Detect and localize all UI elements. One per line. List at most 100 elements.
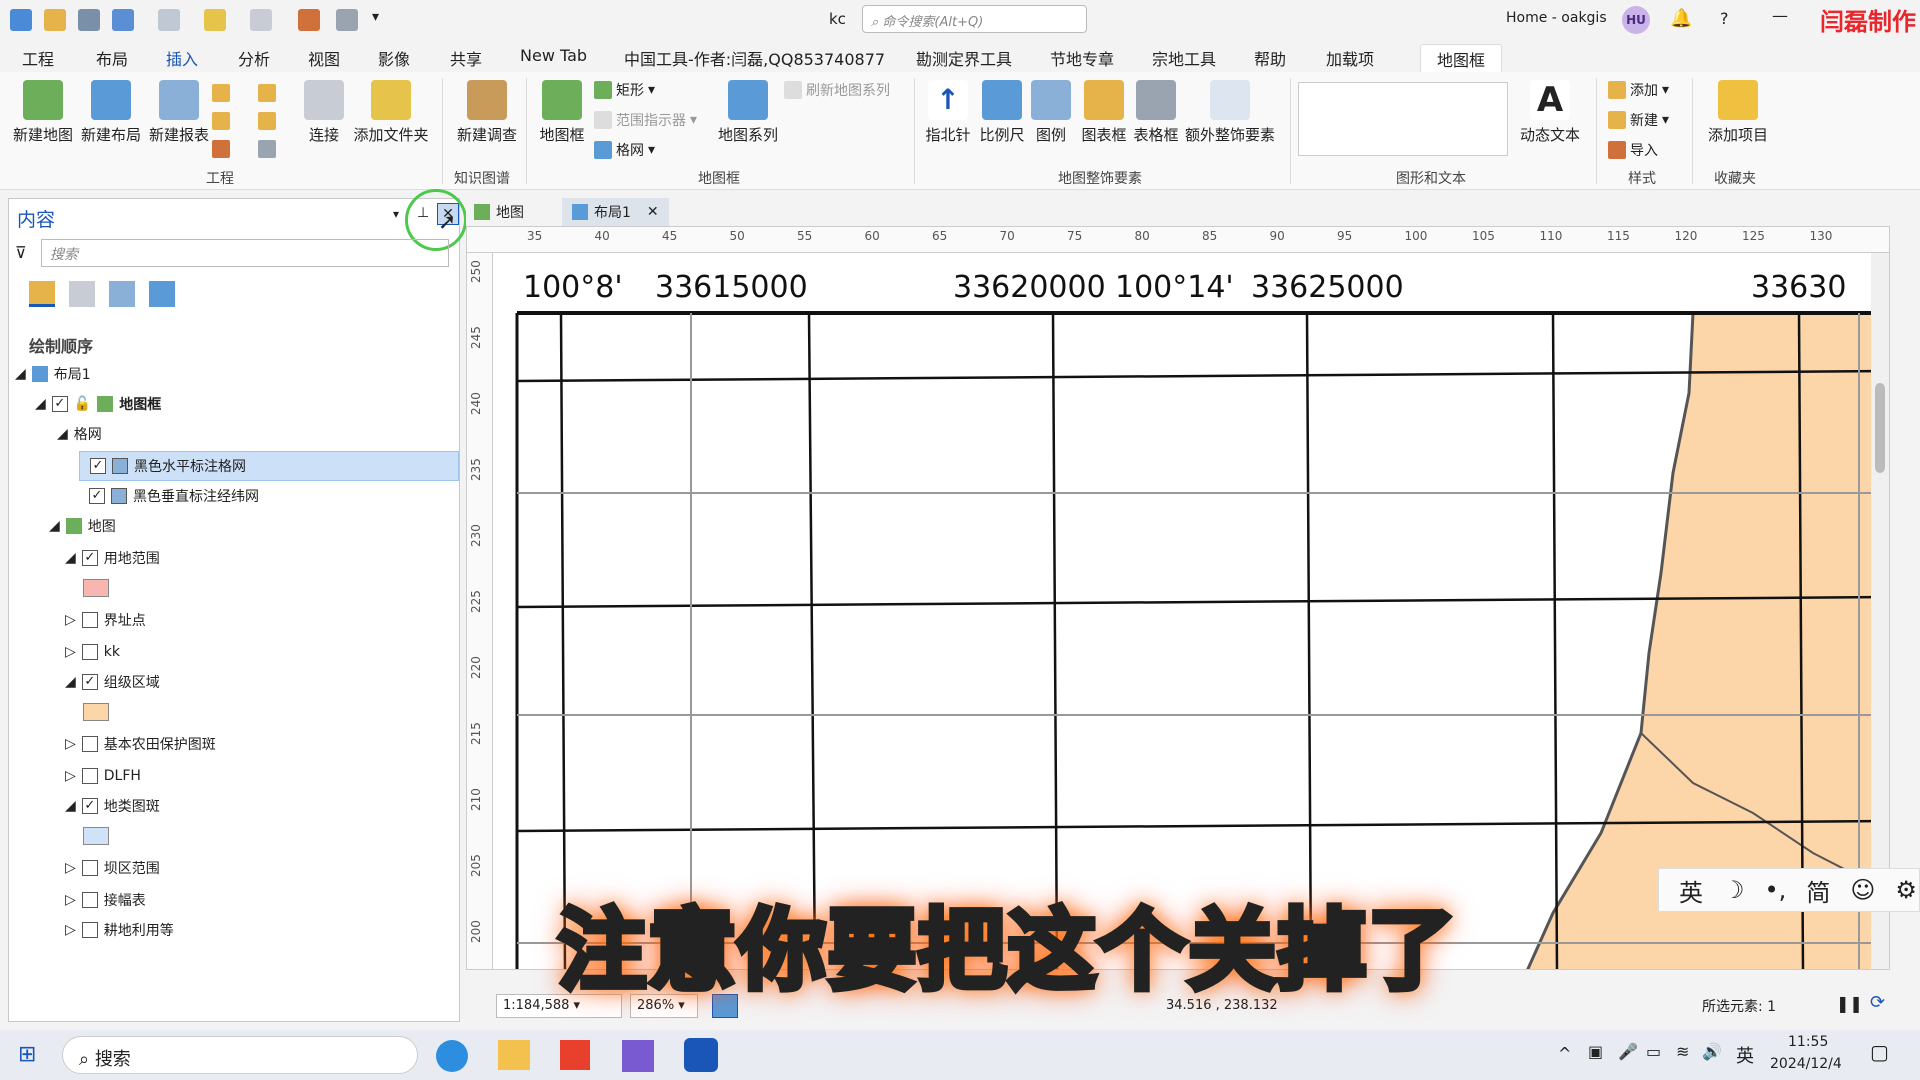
tab-map-frame[interactable]: 地图框 — [1420, 44, 1503, 74]
checkbox[interactable] — [81, 644, 98, 660]
tab-view[interactable]: 视图 — [302, 44, 346, 72]
file-explorer-icon[interactable] — [498, 1040, 530, 1070]
meet-icon[interactable]: ▣ — [1588, 1042, 1603, 1061]
rectangle-button[interactable]: 矩形 ▾ — [594, 80, 655, 100]
tab-map-view[interactable]: 地图 — [474, 202, 524, 222]
graphics-gallery[interactable] — [1298, 82, 1508, 156]
redo-icon[interactable] — [158, 9, 180, 31]
tree-grid-vertical[interactable]: ✓ 黑色垂直标注经纬网 — [89, 483, 259, 509]
tree-layer-dam[interactable]: ▷ 坝区范围 — [65, 855, 160, 881]
settings-icon[interactable]: ⚙ — [1895, 876, 1917, 904]
editing-icon[interactable] — [109, 281, 135, 307]
style-small-button[interactable] — [258, 84, 276, 102]
checkbox[interactable] — [81, 768, 98, 784]
taskbar-search-box[interactable]: ⌕ 搜索 — [62, 1036, 418, 1074]
checkbox[interactable] — [81, 892, 98, 908]
extra-surround-button[interactable]: 额外整饰要素 — [1182, 80, 1278, 145]
volume-icon[interactable]: 🔊 — [1702, 1042, 1722, 1061]
grid-button[interactable]: 格网 ▾ — [594, 140, 655, 160]
minimize-button[interactable]: — — [1772, 6, 1788, 25]
style-new-button[interactable]: 新建 ▾ — [1608, 110, 1669, 130]
dynamic-text-button[interactable]: A 动态文本 — [1514, 80, 1586, 145]
tab-share[interactable]: 共享 — [444, 44, 488, 72]
account-label[interactable]: Home - oakgis — [1506, 10, 1607, 26]
add-item-button[interactable]: 添加项目 — [1700, 80, 1776, 145]
notification-icon[interactable]: ▢ — [1870, 1040, 1889, 1064]
tree-layout[interactable]: ◢ 布局1 — [15, 361, 91, 387]
style-add-button[interactable]: 添加 ▾ — [1608, 80, 1669, 100]
filter-icon[interactable]: ⊽ — [15, 243, 27, 262]
tab-insert[interactable]: 插入 — [160, 44, 204, 77]
north-arrow-button[interactable]: ↑ 指北针 — [920, 80, 976, 145]
new-report-button[interactable]: 新建报表 — [144, 80, 214, 145]
tree-layer-group-zone[interactable]: ◢ ✓ 组级区域 — [65, 669, 160, 695]
checkbox[interactable]: ✓ — [89, 488, 105, 504]
tab-layout-view[interactable]: 布局1 ✕ — [562, 198, 669, 226]
tree-layer-boundary-points[interactable]: ▷ 界址点 — [65, 607, 146, 633]
close-icon[interactable]: ✕ — [647, 204, 659, 220]
tree-grid[interactable]: ◢ 格网 — [57, 421, 102, 447]
template-small-button[interactable] — [258, 140, 276, 158]
checkbox[interactable] — [81, 612, 98, 628]
visual-studio-icon[interactable] — [622, 1040, 654, 1072]
tab-help[interactable]: 帮助 — [1248, 44, 1292, 72]
contents-search-input[interactable]: 搜索 — [41, 239, 449, 267]
scale-bar-button[interactable]: 比例尺 — [974, 80, 1030, 145]
style-import-button[interactable]: 导入 — [1608, 140, 1658, 160]
tree-layer-index[interactable]: ▷ 接幅表 — [65, 887, 146, 913]
tab-imagery[interactable]: 影像 — [372, 44, 416, 72]
battery-icon[interactable]: ▭ — [1646, 1042, 1661, 1061]
command-search-input[interactable]: ⌕ 命令搜索(Alt+Q) — [862, 5, 1087, 33]
map-frame-canvas[interactable]: 100°8' 33615000 33620000 100°14' 3362500… — [493, 253, 1890, 970]
selection-icon[interactable] — [69, 281, 95, 307]
emoji-icon[interactable]: ☺ — [1850, 876, 1875, 904]
add-data-icon[interactable] — [204, 9, 226, 31]
history-icon[interactable] — [336, 9, 358, 31]
tree-grid-horizontal[interactable]: ✓ 黑色水平标注格网 — [79, 451, 459, 481]
tree-layer-land-extent[interactable]: ◢ ✓ 用地范围 — [65, 545, 160, 571]
import-small-button[interactable] — [258, 112, 276, 130]
checkbox[interactable]: ✓ — [51, 396, 68, 412]
symbol-swatch[interactable] — [83, 579, 109, 597]
checkbox[interactable]: ✓ — [81, 798, 98, 814]
tree-layer-landuse[interactable]: ◢ ✓ 地类图斑 — [65, 793, 160, 819]
tab-land-saving[interactable]: 节地专章 — [1044, 44, 1120, 72]
open-icon[interactable] — [44, 9, 66, 31]
ime-language[interactable]: 英 — [1679, 873, 1703, 908]
tree-layer-cultivated[interactable]: ▷ 耕地利用等 — [65, 917, 174, 943]
avatar[interactable]: HU — [1622, 6, 1650, 34]
tab-new-tab[interactable]: New Tab — [514, 44, 593, 67]
edge-icon[interactable] — [436, 1040, 468, 1072]
new-map-button[interactable]: 新建地图 — [8, 80, 78, 145]
tab-survey-tools[interactable]: 勘测定界工具 — [910, 44, 1018, 72]
arcgis-pro-icon[interactable] — [684, 1038, 718, 1072]
task-small-button[interactable] — [212, 140, 230, 158]
chart-frame-button[interactable]: 图表框 — [1076, 80, 1132, 145]
chevron-up-icon[interactable]: ^ — [1558, 1044, 1571, 1063]
snapping-icon[interactable] — [149, 281, 175, 307]
ime-simplified[interactable]: 简 — [1806, 873, 1830, 908]
add-folder-button[interactable]: 添加文件夹 — [350, 80, 432, 145]
input-language[interactable]: 英 — [1736, 1042, 1754, 1068]
save-icon[interactable] — [78, 9, 100, 31]
moon-icon[interactable]: ☽ — [1723, 876, 1745, 904]
new-layout-button[interactable]: 新建布局 — [76, 80, 146, 145]
move-icon[interactable] — [250, 9, 272, 31]
tree-layer-kk[interactable]: ▷ kk — [65, 639, 120, 665]
wifi-icon[interactable]: ≋ — [1676, 1042, 1689, 1061]
undo-icon[interactable] — [112, 9, 134, 31]
toolbox-small-button[interactable] — [212, 84, 230, 102]
map-frame-button[interactable]: 地图框 — [536, 80, 588, 145]
pane-menu-icon[interactable]: ▾ — [393, 207, 399, 221]
mic-icon[interactable]: 🎤 — [1618, 1042, 1638, 1061]
draw-order-icon[interactable] — [29, 281, 55, 307]
customize-icon[interactable]: ▾ — [372, 9, 394, 31]
wps-icon[interactable] — [560, 1040, 590, 1070]
legend-button[interactable]: 图例 — [1026, 80, 1076, 145]
checkbox[interactable] — [81, 736, 98, 752]
vertical-scrollbar[interactable] — [1871, 253, 1889, 969]
tab-china-tools[interactable]: 中国工具-作者:闫磊,QQ853740877 — [618, 44, 891, 72]
scrollbar-thumb[interactable] — [1875, 383, 1885, 473]
checkbox[interactable] — [81, 860, 98, 876]
notebook-small-button[interactable] — [212, 112, 230, 130]
